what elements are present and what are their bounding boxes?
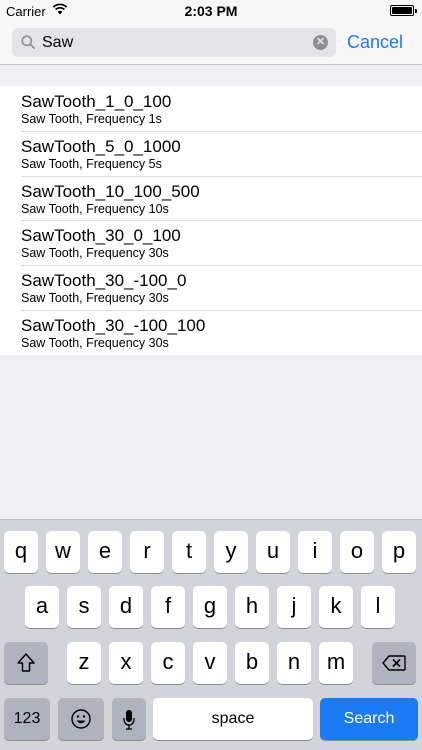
keyboard: q w e r t y u i o p a s d f g h j k l z … <box>0 519 422 750</box>
dictation-key[interactable] <box>112 698 146 740</box>
list-item-subtitle: Saw Tooth, Frequency 1s <box>21 112 162 126</box>
numbers-key[interactable]: 123 <box>4 698 50 740</box>
list-item-title: SawTooth_30_-100_0 <box>21 271 187 291</box>
shift-key[interactable] <box>4 642 48 684</box>
key-v[interactable]: v <box>193 642 227 684</box>
list-item-title: SawTooth_10_100_500 <box>21 181 200 201</box>
shift-arrow-icon <box>4 642 48 684</box>
key-s[interactable]: s <box>67 586 101 628</box>
key-k[interactable]: k <box>319 586 353 628</box>
list-item[interactable]: SawTooth_1_0_100 Saw Tooth, Frequency 1s <box>0 86 422 131</box>
key-g[interactable]: g <box>193 586 227 628</box>
key-l[interactable]: l <box>361 586 395 628</box>
key-u[interactable]: u <box>256 531 290 573</box>
key-e[interactable]: e <box>88 531 122 573</box>
key-h[interactable]: h <box>235 586 269 628</box>
key-a[interactable]: a <box>25 586 59 628</box>
search-icon <box>21 35 35 54</box>
cancel-button[interactable]: Cancel <box>347 32 403 53</box>
list-item-title: SawTooth_30_-100_100 <box>21 315 206 335</box>
battery-icon <box>390 5 417 16</box>
key-f[interactable]: f <box>151 586 185 628</box>
key-y[interactable]: y <box>214 531 248 573</box>
search-input[interactable] <box>42 28 302 57</box>
key-b[interactable]: b <box>235 642 269 684</box>
list-item-title: SawTooth_1_0_100 <box>21 92 172 111</box>
list-item[interactable]: SawTooth_30_0_100 Saw Tooth, Frequency 3… <box>0 220 422 265</box>
search-field[interactable]: ✕ <box>12 28 336 57</box>
list-item[interactable]: SawTooth_30_-100_100 Saw Tooth, Frequenc… <box>0 309 422 355</box>
delete-key[interactable] <box>372 642 416 684</box>
list-item-subtitle: Saw Tooth, Frequency 10s <box>21 201 169 216</box>
list-item-subtitle: Saw Tooth, Frequency 30s <box>21 246 169 261</box>
key-p[interactable]: p <box>382 531 416 573</box>
list-item-subtitle: Saw Tooth, Frequency 30s <box>21 291 169 306</box>
list-item[interactable]: SawTooth_30_-100_0 Saw Tooth, Frequency … <box>0 265 422 310</box>
key-r[interactable]: r <box>130 531 164 573</box>
search-key[interactable]: Search <box>320 698 418 740</box>
list-item[interactable]: SawTooth_5_0_1000 Saw Tooth, Frequency 5… <box>0 130 422 176</box>
key-q[interactable]: q <box>4 531 38 573</box>
key-i[interactable]: i <box>298 531 332 573</box>
list-item-title: SawTooth_5_0_1000 <box>21 136 181 156</box>
list-item-title: SawTooth_30_0_100 <box>21 226 181 246</box>
search-bar: ✕ Cancel <box>0 22 422 65</box>
clear-search-icon[interactable]: ✕ <box>313 35 328 50</box>
key-m[interactable]: m <box>319 642 353 684</box>
space-key[interactable]: space <box>153 698 313 740</box>
emoji-icon <box>58 698 104 740</box>
key-z[interactable]: z <box>67 642 101 684</box>
emoji-key[interactable] <box>58 698 104 740</box>
key-t[interactable]: t <box>172 531 206 573</box>
list-item[interactable]: SawTooth_10_100_500 Saw Tooth, Frequency… <box>0 175 422 221</box>
battery-fill <box>392 7 412 14</box>
status-bar: Carrier 2:03 PM <box>0 0 422 22</box>
key-w[interactable]: w <box>46 531 80 573</box>
key-x[interactable]: x <box>109 642 143 684</box>
list-item-subtitle: Saw Tooth, Frequency 30s <box>21 335 169 350</box>
key-c[interactable]: c <box>151 642 185 684</box>
list-item-subtitle: Saw Tooth, Frequency 5s <box>21 156 162 171</box>
results-list: SawTooth_1_0_100 Saw Tooth, Frequency 1s… <box>0 86 422 355</box>
key-o[interactable]: o <box>340 531 374 573</box>
key-d[interactable]: d <box>109 586 143 628</box>
key-n[interactable]: n <box>277 642 311 684</box>
microphone-icon <box>112 698 146 740</box>
backspace-icon <box>372 642 416 684</box>
status-time: 2:03 PM <box>184 3 238 19</box>
key-j[interactable]: j <box>277 586 311 628</box>
